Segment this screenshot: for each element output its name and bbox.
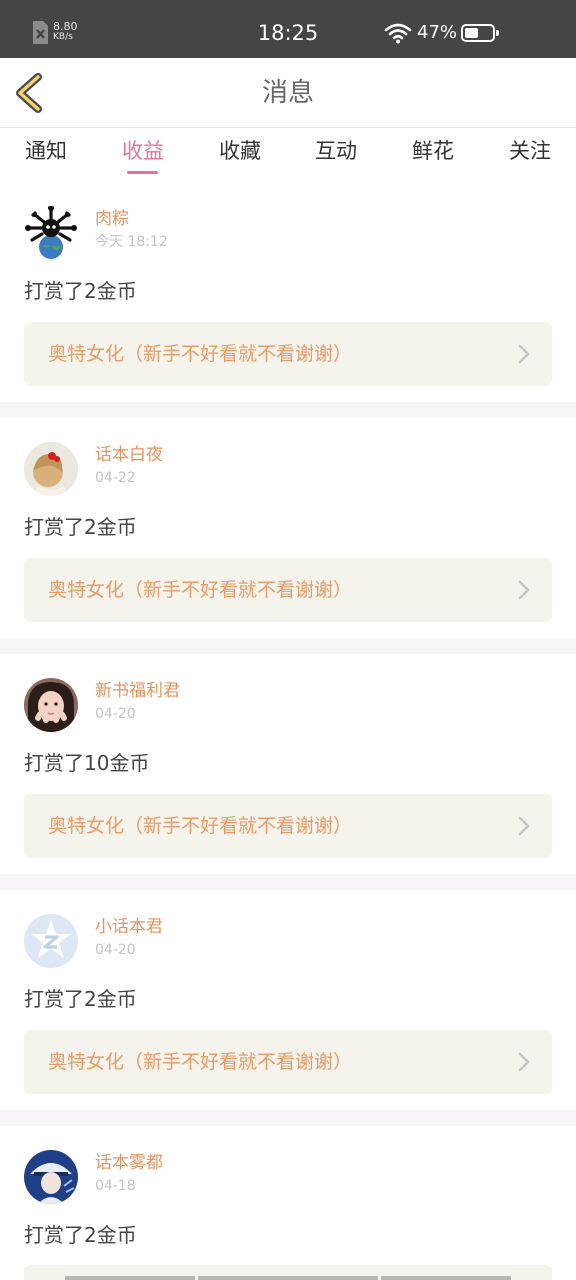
tab-bar: 通知 收益 收藏 互动 鲜花 关注 (0, 128, 576, 178)
work-link[interactable]: 奥特女化（新手不好看就不看谢谢） (24, 794, 552, 858)
message-time: 04-18 (95, 1178, 136, 1194)
divider (0, 1110, 576, 1126)
message-time: 04-22 (95, 470, 136, 486)
chevron-right-icon (518, 344, 530, 364)
divider (0, 402, 576, 418)
work-title: 奥特女化（新手不好看就不看谢谢） (48, 1051, 353, 1073)
avatar[interactable] (24, 678, 78, 732)
work-title: 奥特女化（新手不好看就不看谢谢） (48, 579, 353, 601)
app-header: 消息 (0, 58, 576, 128)
work-link[interactable]: 奥特女化（新手不好看就不看谢谢） (24, 322, 552, 386)
avatar[interactable] (24, 442, 78, 496)
avatar[interactable] (24, 1150, 78, 1204)
battery-percent: 47% (417, 22, 458, 43)
message-time: 今天 18:12 (95, 234, 168, 250)
divider (0, 874, 576, 890)
tab-interactions[interactable]: 互动 (296, 137, 376, 165)
chevron-right-icon (518, 580, 530, 600)
battery-icon (461, 24, 499, 42)
user-name[interactable]: 话本雾都 (95, 1152, 163, 1174)
chevron-right-icon (518, 816, 530, 836)
tab-flowers[interactable]: 鲜花 (393, 137, 473, 165)
message-item: 话本白夜 04-22 打赏了2金币 奥特女化（新手不好看就不看谢谢） (0, 418, 576, 638)
tab-favorites[interactable]: 收藏 (200, 137, 280, 165)
avatar[interactable] (24, 914, 78, 968)
user-name[interactable]: 小话本君 (95, 916, 163, 938)
message-item: 小话本君 04-20 打赏了2金币 奥特女化（新手不好看就不看谢谢） (0, 890, 576, 1110)
user-name[interactable]: 新书福利君 (95, 680, 180, 702)
message-item: 话本雾都 04-18 打赏了2金币 (0, 1126, 576, 1280)
reward-text: 打赏了10金币 (24, 751, 150, 775)
message-item: 肉粽 今天 18:12 打赏了2金币 奥特女化（新手不好看就不看谢谢） (0, 182, 576, 402)
status-bar: 8.80 KB/s 18:25 47% (0, 0, 576, 58)
work-link[interactable]: 奥特女化（新手不好看就不看谢谢） (24, 558, 552, 622)
divider (0, 638, 576, 654)
user-name[interactable]: 话本白夜 (95, 444, 163, 466)
reward-text: 打赏了2金币 (24, 1223, 137, 1247)
tab-notifications[interactable]: 通知 (6, 137, 86, 165)
message-item: 新书福利君 04-20 打赏了10金币 奥特女化（新手不好看就不看谢谢） (0, 654, 576, 874)
avatar[interactable] (24, 206, 78, 260)
active-tab-indicator (127, 171, 158, 174)
chevron-right-icon (518, 1052, 530, 1072)
message-time: 04-20 (95, 706, 136, 722)
work-title: 奥特女化（新手不好看就不看谢谢） (48, 343, 353, 365)
tab-following[interactable]: 关注 (490, 137, 570, 165)
user-name[interactable]: 肉粽 (95, 208, 129, 230)
reward-text: 打赏了2金币 (24, 279, 137, 303)
message-time: 04-20 (95, 942, 136, 958)
work-title: 奥特女化（新手不好看就不看谢谢） (48, 815, 353, 837)
work-link[interactable]: 奥特女化（新手不好看就不看谢谢） (24, 1030, 552, 1094)
wifi-icon (384, 23, 412, 44)
reward-text: 打赏了2金币 (24, 987, 137, 1011)
reward-text: 打赏了2金币 (24, 515, 137, 539)
image-placeholder (65, 1276, 511, 1280)
tab-earnings[interactable]: 收益 (103, 137, 183, 165)
page-title: 消息 (261, 78, 314, 108)
